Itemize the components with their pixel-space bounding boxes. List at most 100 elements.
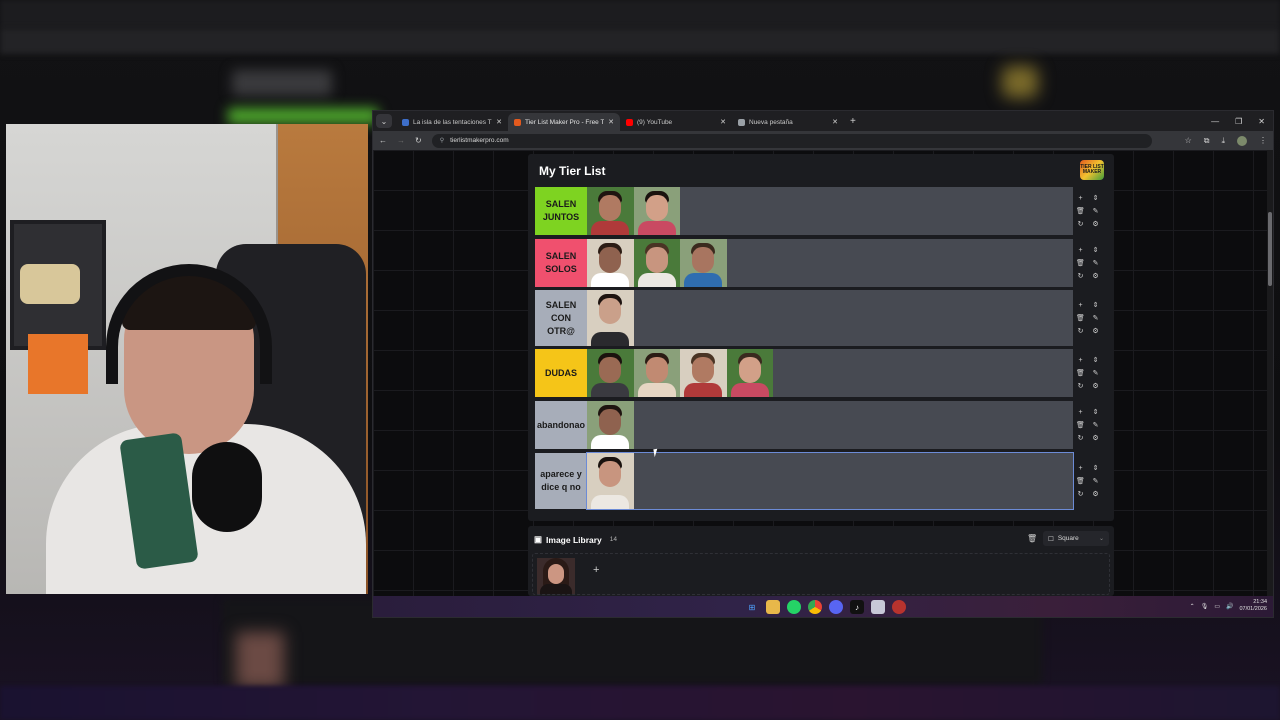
reset-row-icon[interactable]: ↻ <box>1078 434 1084 442</box>
tab-close-icon[interactable]: ✕ <box>832 118 838 126</box>
tab-isla[interactable]: La isla de las tentaciones T9 | M ✕ <box>396 113 508 131</box>
tiktok-icon[interactable]: ♪ <box>850 600 864 614</box>
capture-app-icon[interactable] <box>871 600 885 614</box>
site-info-icon[interactable]: ⚲ <box>440 137 444 144</box>
move-row-arrows-icon[interactable]: ⇕ <box>1093 194 1099 202</box>
profile-avatar[interactable] <box>1237 135 1247 146</box>
reload-icon[interactable]: ↻ <box>415 136 422 145</box>
maximize-icon[interactable]: ❐ <box>1235 117 1242 126</box>
move-row-arrows-icon[interactable]: ⇕ <box>1093 246 1099 254</box>
tab-close-icon[interactable]: ✕ <box>720 118 726 126</box>
delete-row-trash-icon[interactable]: 🗑 <box>1076 259 1085 267</box>
tray-chevron-up-icon[interactable]: ⌃ <box>1190 603 1195 610</box>
tier-drop-zone[interactable] <box>587 401 1073 449</box>
tab-youtube[interactable]: (9) YouTube ✕ <box>620 113 732 131</box>
page-scrollbar[interactable] <box>1267 150 1273 596</box>
tier-image[interactable] <box>726 349 773 397</box>
tier-image[interactable] <box>587 290 634 346</box>
tier-image[interactable] <box>680 349 727 397</box>
tier-label[interactable]: SALEN SOLOS <box>535 239 587 287</box>
address-bar[interactable]: ⚲ tierlistmakerpro.com <box>431 133 1152 148</box>
row-settings-gear-icon[interactable]: ⚙ <box>1092 382 1098 390</box>
move-row-arrows-icon[interactable]: ⇕ <box>1093 356 1099 364</box>
tab-close-icon[interactable]: ✕ <box>496 118 502 126</box>
tier-label[interactable]: aparece y dice q no <box>535 453 587 509</box>
add-item-plus-icon[interactable]: + <box>1078 357 1082 364</box>
move-row-arrows-icon[interactable]: ⇕ <box>1093 408 1099 416</box>
add-image-plus-icon[interactable]: + <box>593 564 599 576</box>
microphone-icon[interactable]: 🎙 <box>1201 603 1209 610</box>
delete-row-trash-icon[interactable]: 🗑 <box>1076 477 1085 485</box>
file-explorer-icon[interactable] <box>766 600 780 614</box>
row-settings-gear-icon[interactable]: ⚙ <box>1092 490 1098 498</box>
scrollbar-thumb[interactable] <box>1268 212 1272 286</box>
edit-row-pencil-icon[interactable]: ✎ <box>1093 314 1099 322</box>
delete-row-trash-icon[interactable]: 🗑 <box>1076 207 1085 215</box>
tier-drop-zone[interactable] <box>587 349 1073 397</box>
delete-row-trash-icon[interactable]: 🗑 <box>1076 369 1085 377</box>
row-settings-gear-icon[interactable]: ⚙ <box>1092 434 1098 442</box>
edit-row-pencil-icon[interactable]: ✎ <box>1093 477 1099 485</box>
delete-row-trash-icon[interactable]: 🗑 <box>1076 421 1085 429</box>
tier-image[interactable] <box>587 187 634 235</box>
tier-image[interactable] <box>587 453 634 509</box>
move-row-arrows-icon[interactable]: ⇕ <box>1093 464 1099 472</box>
extensions-icon[interactable]: ⧉ <box>1204 136 1210 146</box>
reset-row-icon[interactable]: ↻ <box>1078 272 1084 280</box>
delete-row-trash-icon[interactable]: 🗑 <box>1076 314 1085 322</box>
tier-label[interactable]: abandonao <box>535 401 587 449</box>
tier-image[interactable] <box>633 349 680 397</box>
display-icon[interactable]: ▭ <box>1214 603 1220 610</box>
tier-image[interactable] <box>587 239 634 287</box>
tier-drop-zone[interactable] <box>587 290 1073 346</box>
tier-label[interactable]: SALEN CON OTR@ <box>535 290 587 346</box>
tier-image[interactable] <box>633 239 680 287</box>
tier-image[interactable] <box>680 239 727 287</box>
edit-row-pencil-icon[interactable]: ✎ <box>1093 259 1099 267</box>
download-icon[interactable]: ⤓ <box>1221 136 1225 146</box>
tab-new-tab[interactable]: Nueva pestaña ✕ <box>732 113 844 131</box>
reset-row-icon[interactable]: ↻ <box>1078 327 1084 335</box>
menu-dots-icon[interactable]: ⋮ <box>1259 136 1267 145</box>
row-settings-gear-icon[interactable]: ⚙ <box>1092 220 1098 228</box>
move-row-arrows-icon[interactable]: ⇕ <box>1093 301 1099 309</box>
tab-search-icon[interactable]: ⌄ <box>376 114 392 128</box>
tab-close-icon[interactable]: ✕ <box>608 118 614 126</box>
discord-icon[interactable] <box>829 600 843 614</box>
tier-image[interactable] <box>587 349 634 397</box>
chrome-icon[interactable] <box>808 600 822 614</box>
whatsapp-icon[interactable] <box>787 600 801 614</box>
back-arrow-icon[interactable]: ← <box>379 136 387 145</box>
tab-tierlist[interactable]: Tier List Maker Pro - Free Tier L ✕ <box>508 113 620 131</box>
library-drop-area[interactable]: + <box>532 553 1110 595</box>
row-settings-gear-icon[interactable]: ⚙ <box>1092 272 1098 280</box>
add-item-plus-icon[interactable]: + <box>1078 409 1082 416</box>
minimize-icon[interactable]: — <box>1211 117 1219 126</box>
shape-select[interactable]: ☐ Square ⌄ <box>1043 531 1109 546</box>
tier-label[interactable]: SALEN JUNTOS <box>535 187 587 235</box>
add-item-plus-icon[interactable]: + <box>1078 195 1082 202</box>
close-window-icon[interactable]: ✕ <box>1258 117 1265 126</box>
add-item-plus-icon[interactable]: + <box>1078 465 1082 472</box>
library-image[interactable] <box>537 558 575 594</box>
edit-row-pencil-icon[interactable]: ✎ <box>1093 421 1099 429</box>
new-tab-plus-icon[interactable]: + <box>850 116 856 127</box>
reset-row-icon[interactable]: ↻ <box>1078 220 1084 228</box>
add-item-plus-icon[interactable]: + <box>1078 247 1082 254</box>
site-logo[interactable]: TIER LIST MAKER <box>1080 160 1104 180</box>
tier-drop-zone[interactable] <box>587 187 1073 235</box>
edit-row-pencil-icon[interactable]: ✎ <box>1093 369 1099 377</box>
volume-icon[interactable]: 🔊 <box>1226 603 1233 610</box>
reset-row-icon[interactable]: ↻ <box>1078 382 1084 390</box>
tier-drop-zone[interactable] <box>586 452 1074 510</box>
bookmark-star-icon[interactable]: ☆ <box>1185 136 1192 145</box>
obs-icon[interactable] <box>892 600 906 614</box>
tier-drop-zone[interactable] <box>587 239 1073 287</box>
forward-arrow-icon[interactable]: → <box>397 136 405 145</box>
tier-image[interactable] <box>633 187 680 235</box>
clear-library-trash-icon[interactable]: 🗑 <box>1027 534 1037 543</box>
row-settings-gear-icon[interactable]: ⚙ <box>1092 327 1098 335</box>
add-item-plus-icon[interactable]: + <box>1078 302 1082 309</box>
edit-row-pencil-icon[interactable]: ✎ <box>1093 207 1099 215</box>
tier-label[interactable]: DUDAS <box>535 349 587 397</box>
